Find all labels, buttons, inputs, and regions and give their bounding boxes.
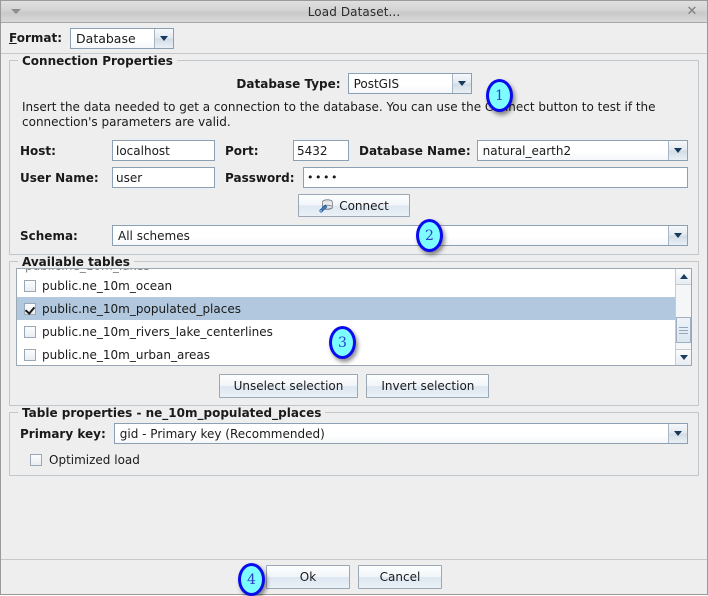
chevron-down-icon[interactable]	[668, 141, 687, 160]
close-icon[interactable]: ✕	[685, 4, 699, 19]
list-item-partial-label: public.ne_10m_lakes	[25, 269, 150, 273]
format-bar: Format: Database	[1, 23, 707, 54]
available-tables-title: Available tables	[18, 255, 134, 269]
optimized-load-checkbox[interactable]	[30, 454, 42, 466]
format-combo[interactable]: Database	[70, 27, 175, 49]
primary-key-label: Primary key:	[20, 426, 106, 441]
ok-button[interactable]: Ok	[266, 565, 350, 589]
load-dataset-dialog: Load Dataset... ✕ Format: Database Conne…	[0, 0, 708, 596]
primary-key-value: gid - Primary key (Recommended)	[114, 424, 668, 443]
port-input[interactable]: 5432	[293, 140, 349, 161]
connect-button-label: Connect	[339, 198, 389, 213]
table-properties-title: Table properties - ne_10m_populated_plac…	[18, 406, 326, 420]
list-item[interactable]: public.ne_10m_ocean	[17, 274, 675, 297]
password-input[interactable]: ••••	[303, 167, 688, 188]
cancel-button[interactable]: Cancel	[358, 565, 442, 589]
connect-row: Connect	[20, 194, 688, 217]
window-menu-caret-icon[interactable]	[10, 6, 22, 18]
primary-key-combo[interactable]: gid - Primary key (Recommended)	[113, 423, 688, 444]
user-name-input[interactable]: user	[112, 167, 215, 188]
list-item[interactable]: public.ne_10m_rivers_lake_centerlines	[17, 320, 675, 343]
chevron-down-icon[interactable]	[668, 226, 687, 245]
scrollbar-grip-icon	[679, 326, 688, 334]
user-name-label: User Name:	[20, 170, 99, 185]
chevron-down-icon[interactable]	[154, 28, 174, 48]
database-type-label: Database Type:	[236, 76, 341, 91]
available-tables-group: Available tables public.ne_10m_lakes pub…	[9, 255, 699, 406]
optimized-load-row[interactable]: Optimized load	[20, 453, 688, 467]
chevron-down-icon[interactable]	[451, 74, 471, 93]
database-type-combo[interactable]: PostGIS	[347, 73, 472, 94]
format-label-rest: ormat:	[16, 31, 63, 45]
connection-properties-group: Connection Properties Database Type: Pos…	[9, 54, 699, 255]
database-connect-icon	[319, 198, 334, 213]
table-checkbox[interactable]	[24, 302, 36, 315]
list-item[interactable]: public.ne_10m_urban_areas	[17, 343, 675, 365]
optimized-load-label: Optimized load	[49, 453, 140, 467]
scroll-up-arrow-icon[interactable]	[676, 269, 691, 285]
list-item[interactable]: public.ne_10m_populated_places	[17, 297, 675, 320]
connect-button[interactable]: Connect	[298, 194, 410, 217]
password-label: Password:	[225, 170, 295, 185]
list-item-label: public.ne_10m_populated_places	[42, 301, 241, 316]
database-name-combo[interactable]: natural_earth2	[476, 140, 688, 161]
database-type-row: Database Type: PostGIS	[20, 73, 688, 94]
format-combo-value: Database	[71, 28, 155, 48]
database-type-value: PostGIS	[348, 74, 452, 93]
primary-key-row: Primary key: gid - Primary key (Recommen…	[20, 423, 688, 444]
table-properties-group: Table properties - ne_10m_populated_plac…	[9, 406, 699, 476]
available-tables-listbox[interactable]: public.ne_10m_lakes public.ne_10m_ocean …	[16, 268, 692, 366]
connection-properties-title: Connection Properties	[18, 54, 177, 68]
format-label-mnemonic: F	[9, 31, 17, 45]
connection-help-text: Insert the data needed to get a connecti…	[22, 100, 656, 129]
unselect-selection-button[interactable]: Unselect selection	[218, 374, 359, 398]
host-label: Host:	[20, 143, 56, 158]
page-title: Load Dataset...	[307, 4, 401, 19]
dialog-content: Connection Properties Database Type: Pos…	[1, 54, 707, 559]
table-checkbox[interactable]	[24, 325, 36, 338]
table-checkbox[interactable]	[24, 279, 36, 292]
list-item-label: public.ne_10m_urban_areas	[42, 347, 210, 362]
schema-combo[interactable]: All schemes	[112, 225, 688, 246]
host-port-dbname-row: Host: localhost Port: 5432 Database Name…	[20, 140, 688, 161]
title-bar: Load Dataset... ✕	[1, 1, 707, 23]
list-item-label: public.ne_10m_ocean	[42, 278, 173, 293]
user-password-row: User Name: user Password: ••••	[20, 167, 688, 188]
format-label: Format:	[9, 31, 62, 45]
schema-value: All schemes	[113, 226, 668, 245]
database-name-label: Database Name:	[359, 143, 471, 158]
selection-buttons: Unselect selection Invert selection	[16, 374, 692, 398]
schema-label: Schema:	[20, 228, 78, 243]
host-input[interactable]: localhost	[112, 140, 215, 161]
scrollbar-track[interactable]	[676, 285, 691, 349]
available-tables-list: public.ne_10m_lakes public.ne_10m_ocean …	[17, 269, 675, 365]
port-label: Port:	[225, 143, 259, 158]
chevron-down-icon[interactable]	[668, 424, 687, 443]
database-name-value: natural_earth2	[477, 141, 668, 160]
scrollbar-thumb[interactable]	[676, 317, 691, 343]
invert-selection-button[interactable]: Invert selection	[366, 374, 490, 398]
tables-scrollbar[interactable]	[675, 269, 691, 365]
dialog-footer: Ok Cancel	[1, 559, 707, 594]
table-checkbox[interactable]	[24, 348, 36, 361]
list-item-label: public.ne_10m_rivers_lake_centerlines	[42, 324, 273, 339]
schema-row: Schema: All schemes	[20, 225, 688, 246]
scroll-down-arrow-icon[interactable]	[676, 349, 691, 365]
